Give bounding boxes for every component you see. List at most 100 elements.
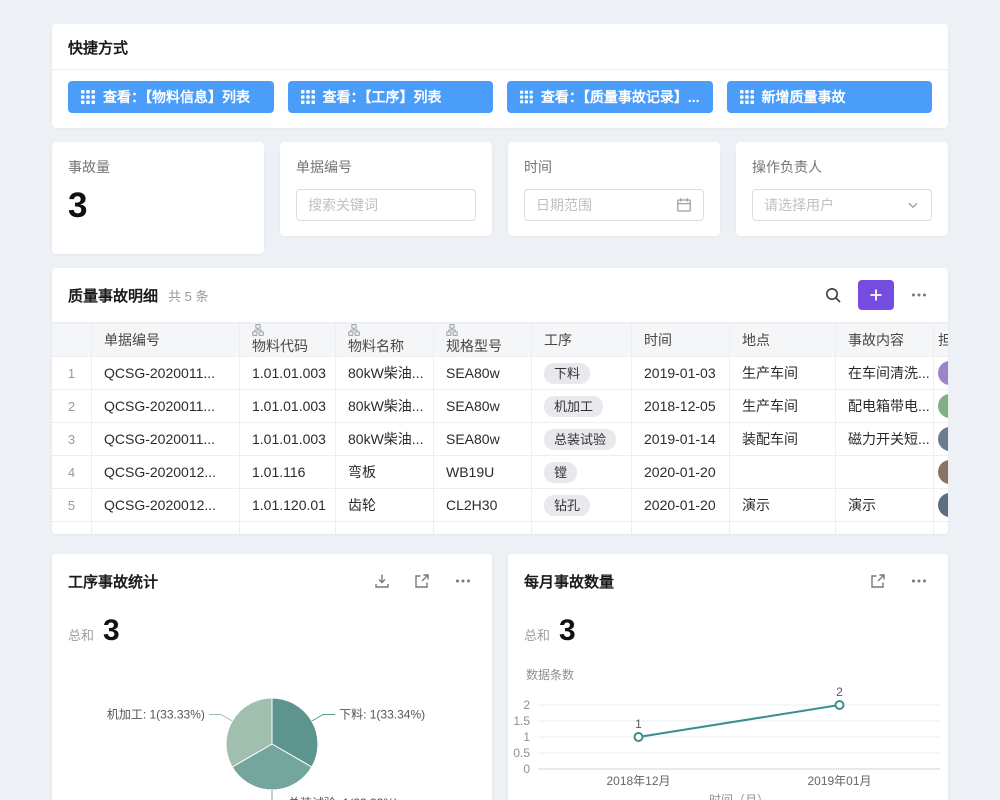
cell-owner [934,456,949,489]
cell-material-name: 弯板 [336,456,434,489]
data-point[interactable] [635,733,643,741]
cell-place: 装配车间 [730,423,836,456]
cell-spec: SEA80w [434,390,532,423]
cell-place: 演示 [730,489,836,522]
column-header[interactable]: 规格型号 [434,324,532,357]
y-tick-label: 1 [523,730,530,744]
cell-doc-number[interactable]: QCSG-2020012... [92,489,240,522]
cell-doc-number[interactable]: QCSG-2020011... [92,390,240,423]
column-header[interactable]: 物料代码 [240,324,336,357]
shortcut-button-label: 查看：【工序】列表 [323,87,442,107]
row-number: 1 [52,357,92,390]
line-card-header: 每月事故数量 [508,554,948,600]
pie-more-button[interactable] [450,568,476,594]
pie-total-value: 3 [103,614,120,648]
shortcut-buttons: 查看：【物料信息】列表 查看：【工序】列表 查看：【质量事故记录】... 新增质量事故 [52,70,948,128]
open-chart-button[interactable] [410,569,434,593]
cell-process: 机加工 [532,390,632,423]
column-header[interactable]: 时间 [632,324,730,357]
date-range-placeholder: 日期范围 [536,195,592,215]
table-row[interactable]: 3 QCSG-2020011... 1.01.01.003 80kW柴油... … [52,423,948,456]
shortcuts-card: 快捷方式 查看：【物料信息】列表 查看：【工序】列表 查看：【质量事故记录】... 新… [52,24,948,128]
row-number: 3 [52,423,92,456]
shortcut-button-1[interactable]: 查看：【物料信息】列表 [68,81,274,113]
cell-owner [934,357,949,390]
shortcuts-title: 快捷方式 [52,24,948,70]
x-axis-title: 时间（月） [709,793,769,800]
operator-select[interactable]: 请选择用户 [752,189,932,221]
column-header-label: 物料代码 [252,338,308,354]
column-header[interactable]: 事故内容 [836,324,934,357]
cell-doc-number[interactable]: QCSG-2020011... [92,357,240,390]
table-record-count: 共 5 条 [168,286,208,305]
line-chart[interactable]: 数据条数00.511.5212018年12月22019年01月时间（月） [508,652,948,800]
table-scroll-area[interactable]: 单据编号物料代码 物料名称规格型号工序时间地点 事故内容 担 1 QCSG-20200… [52,322,948,534]
line-more-button[interactable] [906,568,932,594]
column-header-label: 事故内容 [848,332,904,348]
cell-date: 2018-12-05 [632,390,730,423]
data-point[interactable] [836,701,844,709]
avatar[interactable] [938,427,948,451]
column-header[interactable]: 地点 [730,324,836,357]
relation-icon [446,324,458,336]
avatar[interactable] [938,394,948,418]
relation-icon [348,324,360,336]
cell-place [730,456,836,489]
column-header[interactable]: 工序 [532,324,632,357]
column-header-label: 担 [938,332,948,348]
avatar[interactable] [938,493,948,517]
more-icon [910,572,928,590]
shortcut-button-2[interactable]: 查看：【工序】列表 [288,81,494,113]
cell-place: 生产车间 [730,390,836,423]
more-icon [910,286,928,304]
operator-placeholder: 请选择用户 [764,195,834,215]
cell-date: 2019-01-03 [632,357,730,390]
row-number: 4 [52,456,92,489]
pie-label-line [209,715,232,722]
cell-material-name: 80kW柴油... [336,357,434,390]
cell-date: 2019-01-14 [632,423,730,456]
download-icon [374,573,390,589]
shortcut-button-4[interactable]: 新增质量事故 [727,81,933,113]
incidents-table-card: 质量事故明细 共 5 条 单据编号物料代码物料名称规格型号工序时间地点事故内容担… [52,268,948,534]
column-header[interactable]: 单据编号 [92,324,240,357]
search-icon [824,286,842,304]
chevron-down-icon [906,198,920,212]
pie-card-header: 工序事故统计 [52,554,492,600]
pie-chart[interactable]: 下料: 1(33.34%)总装试验: 1(33.33%)机加工: 1(33.33… [52,652,492,800]
pie-chart-title: 工序事故统计 [68,571,370,592]
add-record-button[interactable] [858,280,894,310]
table-more-button[interactable] [906,282,932,308]
table-row[interactable]: 1 QCSG-2020011... 1.01.01.003 80kW柴油... … [52,357,948,390]
table-search-button[interactable] [820,282,846,308]
line-total-label: 总和 [524,625,550,644]
calendar-icon [676,197,692,213]
shortcut-button-3[interactable]: 查看：【质量事故记录】... [507,81,713,113]
column-header-label: 地点 [742,332,770,348]
table-row-empty [52,522,948,535]
relation-icon [252,324,264,336]
time-filter-card: 时间 日期范围 [508,142,720,236]
avatar[interactable] [938,361,948,385]
date-range-input[interactable]: 日期范围 [524,189,704,221]
avatar[interactable] [938,460,948,484]
cell-doc-number[interactable]: QCSG-2020012... [92,456,240,489]
doc-number-label: 单据编号 [296,157,476,177]
grid-icon [740,90,754,104]
column-header[interactable]: 担 [934,324,949,357]
column-header[interactable]: 物料名称 [336,324,434,357]
data-point-label: 2 [836,685,843,699]
column-header[interactable] [52,324,92,357]
table-header-row: 单据编号物料代码 物料名称规格型号工序时间地点 事故内容 担 [52,324,948,357]
shortcut-button-label: 查看：【质量事故记录】... [541,87,700,107]
table-row[interactable]: 5 QCSG-2020012... 1.01.120.01 齿轮 CL2H30 … [52,489,948,522]
open-chart-button[interactable] [866,569,890,593]
cell-doc-number[interactable]: QCSG-2020011... [92,423,240,456]
shortcut-button-label: 查看：【物料信息】列表 [103,87,250,107]
cell-date: 2020-01-20 [632,456,730,489]
table-row[interactable]: 4 QCSG-2020012... 1.01.116 弯板 WB19U 镗 20… [52,456,948,489]
download-chart-button[interactable] [370,569,394,593]
table-row[interactable]: 2 QCSG-2020011... 1.01.01.003 80kW柴油... … [52,390,948,423]
doc-number-search-input[interactable] [296,189,476,221]
line-total: 总和 3 [508,614,948,648]
